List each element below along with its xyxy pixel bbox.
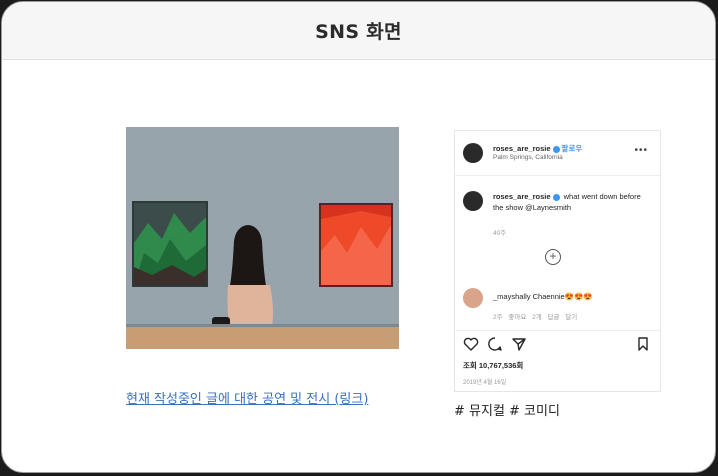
verified-badge-icon bbox=[552, 145, 560, 153]
action-bar bbox=[463, 336, 653, 354]
post-date: 2019년 4월 16일 bbox=[463, 380, 507, 386]
page-title: SNS 화면 bbox=[315, 21, 402, 43]
comment: _mayshally Chaennie😍😍😍 bbox=[493, 292, 593, 301]
post-author[interactable]: roses_are_rosie 팔로우 bbox=[493, 143, 582, 154]
hashtags: # 뮤지컬 # 코미디 bbox=[454, 404, 560, 419]
header-bar: SNS 화면 bbox=[2, 2, 715, 60]
more-icon[interactable]: ••• bbox=[634, 145, 648, 156]
follow-button[interactable]: 팔로우 bbox=[562, 144, 583, 153]
caption-time: 40주 bbox=[493, 230, 507, 237]
divider bbox=[455, 175, 660, 176]
add-comment-icon[interactable]: + bbox=[545, 249, 561, 265]
performance-link[interactable]: 현재 작성중인 글에 대한 공연 및 전시 (링크) bbox=[126, 388, 368, 407]
commenter-avatar[interactable] bbox=[463, 288, 483, 308]
comment-username[interactable]: _mayshally bbox=[493, 292, 531, 301]
app-window: SNS 화면 현재 작성중인 글에 대한 공연 및 전시 (링크) roses_… bbox=[1, 1, 716, 473]
museum-photo bbox=[126, 127, 399, 349]
post-location[interactable]: Palm Springs, California bbox=[493, 154, 563, 161]
heart-icon[interactable] bbox=[463, 336, 479, 352]
comment-icon[interactable] bbox=[487, 336, 503, 352]
divider bbox=[455, 330, 660, 331]
comment-meta: 2주 좋아요 2개 답글 달기 bbox=[493, 314, 578, 321]
caption-username[interactable]: roses_are_rosie bbox=[493, 192, 551, 201]
comment-text: Chaennie😍😍😍 bbox=[532, 292, 593, 301]
post-username[interactable]: roses_are_rosie bbox=[493, 144, 551, 153]
floor bbox=[126, 327, 399, 349]
caption-avatar[interactable] bbox=[463, 191, 483, 211]
instagram-post: roses_are_rosie 팔로우 Palm Springs, Califor… bbox=[454, 130, 661, 392]
bookmark-icon[interactable] bbox=[635, 336, 651, 352]
view-count: 조회 10,767,536회 bbox=[463, 361, 524, 370]
painting-left bbox=[132, 201, 208, 287]
painting-right bbox=[319, 203, 393, 287]
post-caption: roses_are_rosie what went down before th… bbox=[493, 191, 653, 213]
share-icon[interactable] bbox=[511, 336, 527, 352]
verified-badge-icon bbox=[552, 193, 560, 201]
profile-avatar[interactable] bbox=[463, 143, 483, 163]
